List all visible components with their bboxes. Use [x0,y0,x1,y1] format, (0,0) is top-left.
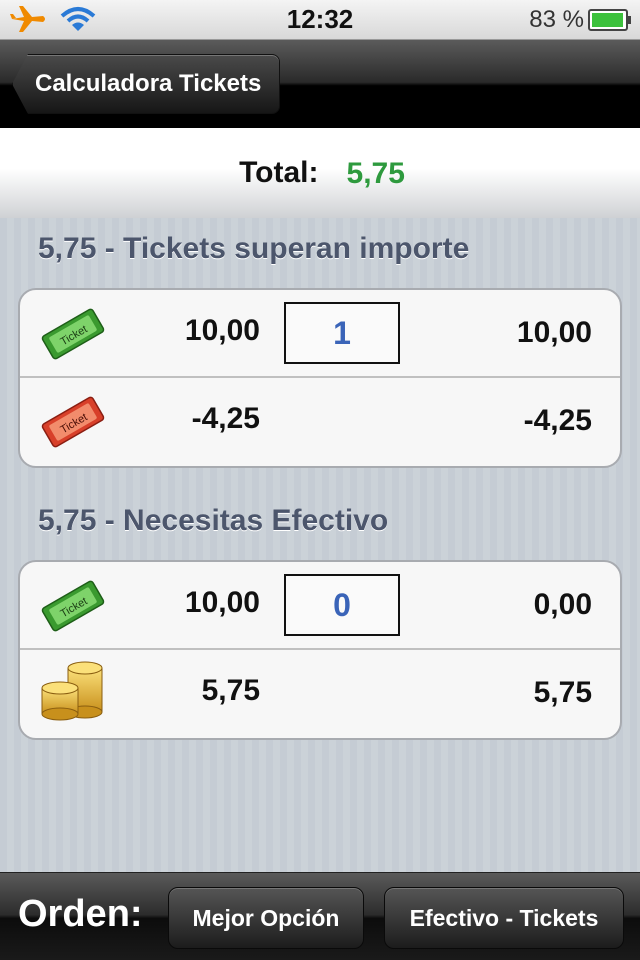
results-list: 5,75 - Tickets superan importe Ticket 10… [0,218,640,872]
cash-tickets-button[interactable]: Efectivo - Tickets [384,887,624,949]
total-label: Total: [239,156,319,189]
table-row: Ticket 10,00 0 0,00 [20,562,620,650]
coins-icon [38,658,108,729]
battery-percentage: 83 % [529,6,584,33]
sort-label: Orden: [18,893,143,935]
quantity-field[interactable]: 0 [284,574,400,636]
denomination: -4,25 [191,402,260,435]
section-group-tickets-exceed: Ticket 10,00 1 10,00 Ticket -4,25 -4,25 [18,288,622,468]
green-ticket-icon: Ticket [38,576,108,641]
table-row: 5,75 5,75 [20,650,620,738]
table-row: Ticket -4,25 -4,25 [20,378,620,466]
quantity-field[interactable]: 1 [284,302,400,364]
navigation-bar: Calculadora Tickets [0,40,640,128]
battery-icon [588,9,632,36]
row-subtotal: 10,00 [516,316,592,349]
red-ticket-icon: Ticket [38,392,108,457]
back-button[interactable]: Calculadora Tickets [12,54,280,114]
bottom-toolbar: Orden: Mejor Opción Efectivo - Tickets [0,872,640,960]
denomination: 10,00 [184,586,260,619]
total-header: Total: 5,75 [0,128,640,218]
best-option-button[interactable]: Mejor Opción [168,887,364,949]
section-header-need-cash: 5,75 - Necesitas Efectivo [38,504,389,537]
row-subtotal: 5,75 [533,676,592,709]
denomination: 10,00 [184,314,260,347]
denomination: 5,75 [201,674,260,707]
status-bar: 12:32 83 % [0,0,640,40]
green-ticket-icon: Ticket [38,304,108,369]
row-subtotal: 0,00 [533,588,592,621]
best-option-label: Mejor Opción [192,904,340,931]
back-button-label: Calculadora Tickets [35,70,262,97]
total-value: 5,75 [346,157,405,190]
cash-tickets-label: Efectivo - Tickets [409,904,599,931]
section-header-tickets-exceed: 5,75 - Tickets superan importe [38,232,470,265]
row-subtotal: -4,25 [523,404,592,437]
section-group-need-cash: Ticket 10,00 0 0,00 5,75 5,75 [18,560,622,740]
table-row: Ticket 10,00 1 10,00 [20,290,620,378]
